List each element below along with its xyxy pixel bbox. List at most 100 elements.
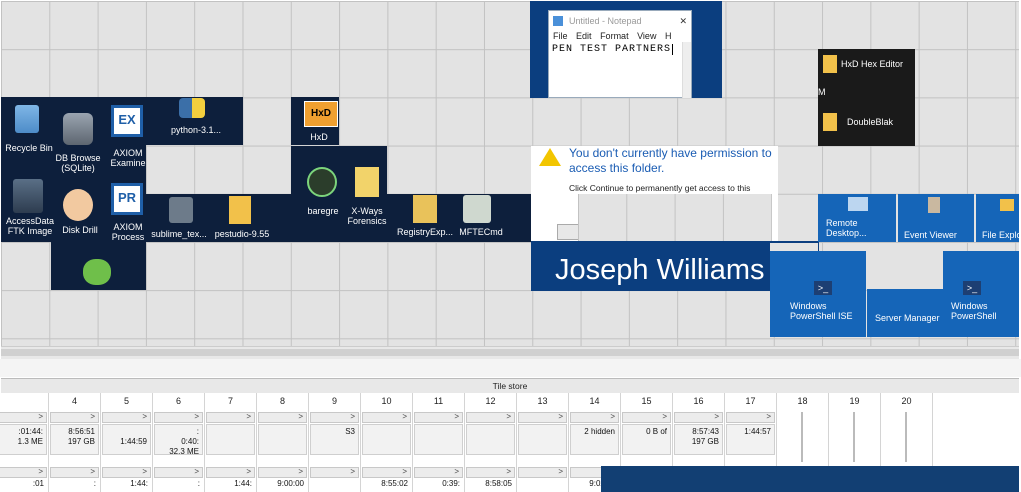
sublime-label[interactable]: sublime_tex... [145, 229, 213, 239]
chevron-right-icon[interactable]: > [142, 412, 147, 421]
scrollbar-thumb[interactable] [1, 349, 1019, 356]
tile-row-header[interactable]: > [50, 412, 99, 423]
chevron-right-icon[interactable]: > [402, 412, 407, 421]
chevron-right-icon[interactable]: > [766, 412, 771, 421]
chevron-right-icon[interactable]: > [298, 412, 303, 421]
chevron-right-icon[interactable]: > [142, 467, 147, 476]
chevron-right-icon[interactable]: > [662, 412, 667, 421]
tile-row-footer[interactable]: > [102, 467, 151, 478]
tile-row-header[interactable]: > [726, 412, 775, 423]
tile-row-header[interactable]: > [518, 412, 567, 423]
tile-row-header[interactable]: > [674, 412, 723, 423]
tile-store-column[interactable]: 6 >:0:40: 32.3 ME >: [153, 393, 205, 492]
chevron-right-icon[interactable]: > [506, 467, 511, 476]
recycle-bin-label[interactable]: Recycle Bin [3, 143, 55, 153]
tile-store-column[interactable]: 9 > S3 > [309, 393, 361, 492]
hxd-label[interactable]: HxD [299, 132, 339, 142]
chevron-right-icon[interactable]: > [38, 412, 43, 421]
chevron-right-icon[interactable]: > [610, 412, 615, 421]
column-number: 7 [227, 396, 233, 406]
disk-drill-label[interactable]: Disk Drill [57, 225, 103, 235]
chevron-right-icon[interactable]: > [454, 467, 459, 476]
menu-format[interactable]: Format [600, 31, 629, 41]
chevron-right-icon[interactable]: > [194, 467, 199, 476]
file-explorer-tile[interactable]: File Explo [976, 194, 1019, 242]
tile-row-footer[interactable]: > [50, 467, 99, 478]
menu-edit[interactable]: Edit [576, 31, 592, 41]
chevron-right-icon[interactable]: > [90, 467, 95, 476]
baregrep-label[interactable]: baregre [305, 206, 341, 216]
xways-label[interactable]: X-Ways Forensics [343, 206, 391, 226]
tile-row-footer[interactable]: > [0, 467, 47, 478]
chevron-right-icon[interactable]: > [714, 412, 719, 421]
python-label[interactable]: python-3.1... [161, 125, 231, 135]
tile-store-column[interactable]: >:01:44: 1.3 ME >:01 [0, 393, 49, 492]
tile-store-column[interactable]: 10 > >8:55:02 [361, 393, 413, 492]
pestudio-label[interactable]: pestudio-9.55 [209, 229, 275, 239]
tile-row-header[interactable]: > [622, 412, 671, 423]
event-viewer-tile[interactable]: Event Viewer [898, 194, 974, 242]
splitter[interactable] [0, 359, 1021, 377]
tile-row-header[interactable]: > [570, 412, 619, 423]
notepad-text-area[interactable]: PEN TEST PARTNERS [549, 42, 691, 57]
remote-desktop-tile[interactable]: Remote Desktop... [818, 194, 896, 242]
chevron-right-icon[interactable]: > [350, 412, 355, 421]
tile-store-column[interactable]: 12 > >8:58:05 [465, 393, 517, 492]
doubleblak-label[interactable]: DoubleBlak [847, 117, 893, 127]
tile-row-footer[interactable]: > [362, 467, 411, 478]
axiom-examine-label[interactable]: AXIOM Examine [105, 148, 151, 168]
registry-label[interactable]: RegistryExp... [393, 227, 457, 237]
tile-row-footer[interactable]: > [310, 467, 359, 478]
notepad-window[interactable]: Untitled - Notepad ✕ File Edit Format Vi… [548, 10, 692, 98]
chevron-right-icon[interactable]: > [506, 412, 511, 421]
tile-row-footer[interactable]: > [154, 467, 203, 478]
chevron-right-icon[interactable]: > [558, 412, 563, 421]
chevron-right-icon[interactable]: > [246, 412, 251, 421]
close-icon[interactable]: ✕ [679, 11, 687, 31]
chevron-right-icon[interactable]: > [350, 467, 355, 476]
notepad-scrollbar[interactable] [682, 42, 691, 98]
chevron-right-icon[interactable]: > [38, 467, 43, 476]
tile-row-header[interactable]: > [362, 412, 411, 423]
tile-row-footer[interactable]: > [518, 467, 567, 478]
file-explorer-icon [1000, 199, 1014, 211]
tile-store-column[interactable]: 11 > >0:39: [413, 393, 465, 492]
tile-row-footer[interactable]: > [258, 467, 307, 478]
tile-row-header[interactable]: > [154, 412, 203, 423]
tile-row-footer[interactable]: > [206, 467, 255, 478]
powershell-ise-tile[interactable]: >_ Windows PowerShell ISE [770, 251, 866, 337]
chevron-right-icon[interactable]: > [90, 412, 95, 421]
tile-row-header[interactable]: > [414, 412, 463, 423]
chevron-right-icon[interactable]: > [454, 412, 459, 421]
mftecmd-label[interactable]: MFTECmd [453, 227, 509, 237]
tile-row-header[interactable]: > [0, 412, 47, 423]
tile-store-column[interactable]: 13 > > [517, 393, 569, 492]
menu-file[interactable]: File [553, 31, 568, 41]
chevron-right-icon[interactable]: > [558, 467, 563, 476]
menu-view[interactable]: View [637, 31, 656, 41]
db-browse-label[interactable]: DB Browse (SQLite) [55, 153, 101, 173]
menu-help[interactable]: H [665, 31, 672, 41]
tile-info-body [518, 424, 567, 455]
tile-store-column[interactable]: 4 >8:56:51 197 GB >: [49, 393, 101, 492]
event-viewer-label: Event Viewer [904, 230, 957, 240]
tile-row-footer[interactable]: > [466, 467, 515, 478]
tile-store-column[interactable]: 8 > >9:00:00 [257, 393, 309, 492]
tile-row-header[interactable]: > [102, 412, 151, 423]
hxd-hex-editor-label[interactable]: HxD Hex Editor [841, 59, 903, 69]
powershell-tile[interactable]: >_ Windows PowerShell [943, 251, 1019, 337]
chevron-right-icon[interactable]: > [298, 467, 303, 476]
tile-row-header[interactable]: > [258, 412, 307, 423]
tile-store-column[interactable]: 5 >1:44:59 >1:44: [101, 393, 153, 492]
tile-row-header[interactable]: > [206, 412, 255, 423]
tile-row-header[interactable]: > [466, 412, 515, 423]
chevron-right-icon[interactable]: > [402, 467, 407, 476]
tile-row-header[interactable]: > [310, 412, 359, 423]
accessdata-label[interactable]: AccessData FTK Image [3, 216, 57, 236]
powershell-ise-label: Windows PowerShell ISE [790, 301, 853, 321]
chevron-right-icon[interactable]: > [246, 467, 251, 476]
horizontal-scrollbar[interactable] [1, 346, 1019, 360]
chevron-right-icon[interactable]: > [194, 412, 199, 421]
tile-store-column[interactable]: 7 > >1:44: [205, 393, 257, 492]
tile-row-footer[interactable]: > [414, 467, 463, 478]
